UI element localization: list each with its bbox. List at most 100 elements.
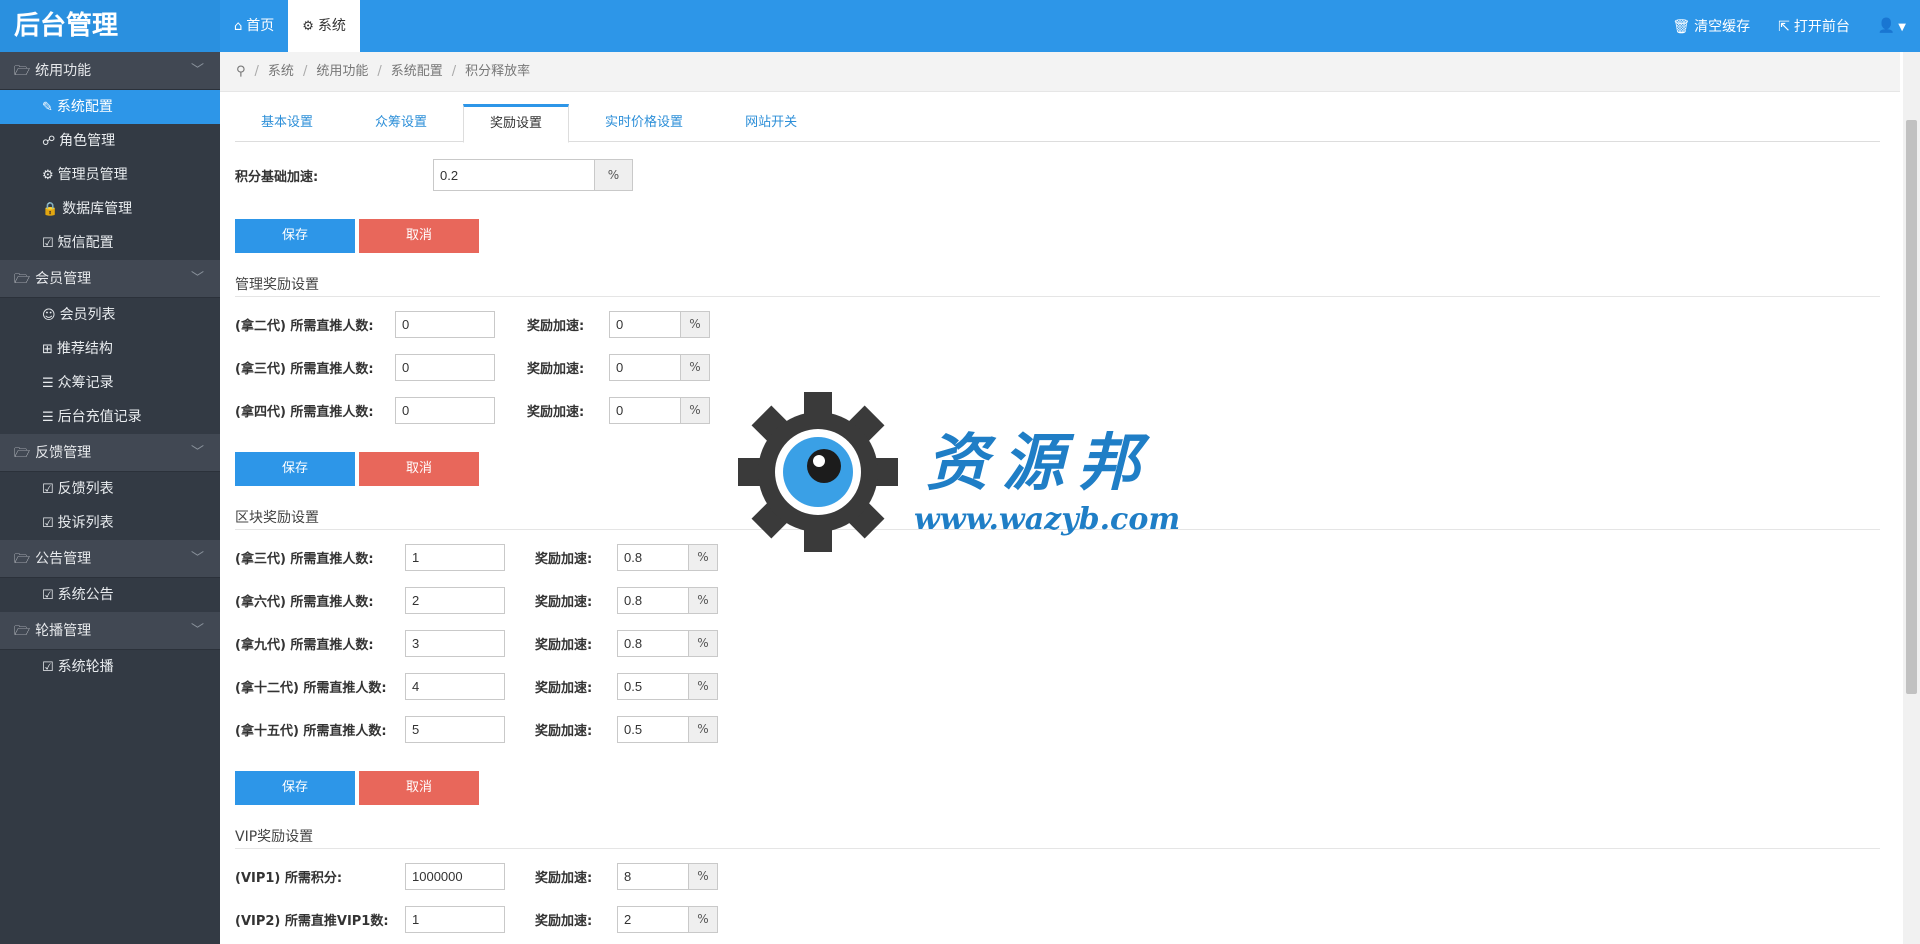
sidebar-group-members[interactable]: 🗁 会员管理 ﹀ (0, 260, 220, 298)
reward-rate-label: 奖励加速: (535, 724, 593, 739)
reward-rate-input[interactable] (617, 906, 689, 933)
required-vip-count-label: (VIP2) 所需直推VIP1数: (235, 914, 389, 929)
sidebar-item-label: 系统配置 (56, 99, 113, 115)
cancel-button[interactable]: 取消 (359, 771, 479, 805)
breadcrumb-item[interactable]: 统用功能 (316, 64, 368, 79)
brand-title: 后台管理 (0, 0, 220, 52)
manage-reward-row: (拿四代) 所需直推人数: 奖励加速: % (235, 389, 1885, 432)
required-count-label: (拿十五代) 所需直推人数: (235, 724, 387, 739)
edit-icon: ☑ (42, 516, 54, 531)
sidebar-group-carousel[interactable]: 🗁 轮播管理 ﹀ (0, 612, 220, 650)
scrollbar-thumb[interactable] (1906, 120, 1917, 694)
open-frontend-label: 打开前台 (1793, 19, 1850, 35)
reward-rate-input[interactable] (609, 354, 681, 381)
user-menu-button[interactable]: 👤 ▼ (1878, 18, 1906, 34)
reward-rate-label: 奖励加速: (535, 552, 593, 567)
top-tab-system[interactable]: ⚙ 系统 (288, 0, 360, 52)
required-count-label: (拿九代) 所需直推人数: (235, 638, 374, 653)
required-count-input[interactable] (405, 630, 505, 657)
reward-rate-label: 奖励加速: (535, 638, 593, 653)
sidebar-group-label: 反馈管理 (35, 445, 92, 461)
reward-rate-input[interactable] (609, 311, 681, 338)
sidebar-group-label: 统用功能 (35, 63, 92, 79)
reward-rate-input[interactable] (617, 587, 689, 614)
save-button[interactable]: 保存 (235, 219, 355, 253)
save-button[interactable]: 保存 (235, 771, 355, 805)
block-reward-row: (拿十五代) 所需直推人数: 奖励加速: % (235, 708, 1885, 751)
base-rate-input[interactable] (433, 159, 595, 191)
sidebar-item-system-notice[interactable]: ☑ 系统公告 (0, 578, 220, 612)
reward-rate-input[interactable] (617, 716, 689, 743)
edit-icon: ☑ (42, 660, 54, 675)
sidebar-group-notice[interactable]: 🗁 公告管理 ﹀ (0, 540, 220, 578)
reward-rate-input[interactable] (617, 630, 689, 657)
sidebar-group-common[interactable]: 🗁 统用功能 ﹀ (0, 52, 220, 90)
sidebar-item-member-list[interactable]: ☺ 会员列表 (0, 298, 220, 332)
open-frontend-button[interactable]: ⇱ 打开前台 (1778, 16, 1850, 36)
tab-site-switch[interactable]: 网站开关 (719, 104, 823, 142)
manage-reward-row: (拿三代) 所需直推人数: 奖励加速: % (235, 346, 1885, 389)
sidebar-item-label: 角色管理 (59, 133, 116, 149)
clear-cache-label: 清空缓存 (1694, 19, 1751, 35)
breadcrumb-item[interactable]: 系统配置 (391, 64, 443, 79)
reward-rate-label: 奖励加速: (527, 405, 585, 420)
tab-reward[interactable]: 奖励设置 (463, 104, 570, 143)
sidebar-item-roles[interactable]: ☍ 角色管理 (0, 124, 220, 158)
required-count-input[interactable] (405, 716, 505, 743)
save-button[interactable]: 保存 (235, 452, 355, 486)
sidebar-item-system-carousel[interactable]: ☑ 系统轮播 (0, 650, 220, 684)
reward-rate-input[interactable] (617, 863, 689, 890)
sidebar-item-recharge[interactable]: ☰ 后台充值记录 (0, 400, 220, 434)
breadcrumb-item[interactable]: 系统 (268, 64, 294, 79)
top-tab-system-label: 系统 (317, 18, 346, 34)
reward-rate-label: 奖励加速: (527, 319, 585, 334)
sitemap-icon: ☍ (42, 134, 56, 149)
base-rate-row: 积分基础加速: % (235, 142, 1885, 208)
required-count-label: (拿二代) 所需直推人数: (235, 319, 374, 334)
settings-tabs: 基本设置 众筹设置 奖励设置 实时价格设置 网站开关 (235, 104, 1880, 143)
location-pin-icon: ⚲ (236, 64, 246, 79)
required-count-input[interactable] (405, 544, 505, 571)
top-tab-home[interactable]: ⌂ 首页 (220, 0, 288, 52)
required-count-input[interactable] (395, 354, 495, 381)
sidebar-item-database[interactable]: 🔒 数据库管理 (0, 192, 220, 226)
sidebar-item-sms[interactable]: ☑ 短信配置 (0, 226, 220, 260)
tab-crowdfund[interactable]: 众筹设置 (349, 104, 453, 142)
sidebar-item-referral[interactable]: ⊞ 推荐结构 (0, 332, 220, 366)
sidebar-item-complaint-list[interactable]: ☑ 投诉列表 (0, 506, 220, 540)
reward-rate-input[interactable] (609, 397, 681, 424)
required-count-input[interactable] (405, 587, 505, 614)
base-rate-label: 积分基础加速: (235, 169, 319, 185)
required-count-input[interactable] (405, 673, 505, 700)
percent-addon: % (689, 630, 718, 657)
vip-reward-rows: (VIP1) 所需积分: 奖励加速: % (VIP2) 所需直推VIP1数: 奖… (235, 855, 1885, 941)
lock-icon: 🔒 (42, 202, 59, 217)
sidebar-group-feedback[interactable]: 🗁 反馈管理 ﹀ (0, 434, 220, 472)
required-count-input[interactable] (395, 311, 495, 338)
cancel-button[interactable]: 取消 (359, 452, 479, 486)
vertical-scrollbar[interactable] (1903, 52, 1920, 944)
tab-basic[interactable]: 基本设置 (235, 104, 339, 142)
sidebar-item-label: 会员列表 (59, 307, 116, 323)
reward-rate-input[interactable] (617, 673, 689, 700)
required-count-input[interactable] (395, 397, 495, 424)
reward-rate-input[interactable] (617, 544, 689, 571)
top-actions: 🗑 清空缓存 ⇱ 打开前台 👤 ▼ (1672, 0, 1906, 52)
reward-rate-label: 奖励加速: (535, 595, 593, 610)
edit-icon: ☑ (42, 588, 54, 603)
tab-realtime-price[interactable]: 实时价格设置 (579, 104, 709, 142)
sidebar-item-feedback-list[interactable]: ☑ 反馈列表 (0, 472, 220, 506)
percent-addon: % (689, 906, 718, 933)
sidebar-item-system-config[interactable]: ✎ 系统配置 (0, 90, 220, 124)
required-vip-count-input[interactable] (405, 906, 505, 933)
sidebar-item-label: 系统公告 (57, 587, 114, 603)
sidebar-item-crowdfund[interactable]: ☰ 众筹记录 (0, 366, 220, 400)
sidebar-item-admins[interactable]: ⚙ 管理员管理 (0, 158, 220, 192)
reward-rate-label: 奖励加速: (535, 681, 593, 696)
cancel-button[interactable]: 取消 (359, 219, 479, 253)
list-icon: ☰ (42, 410, 54, 425)
clear-cache-button[interactable]: 🗑 清空缓存 (1672, 16, 1750, 36)
sidebar-item-label: 推荐结构 (56, 341, 113, 357)
percent-addon: % (689, 544, 718, 571)
required-points-input[interactable] (405, 863, 505, 890)
